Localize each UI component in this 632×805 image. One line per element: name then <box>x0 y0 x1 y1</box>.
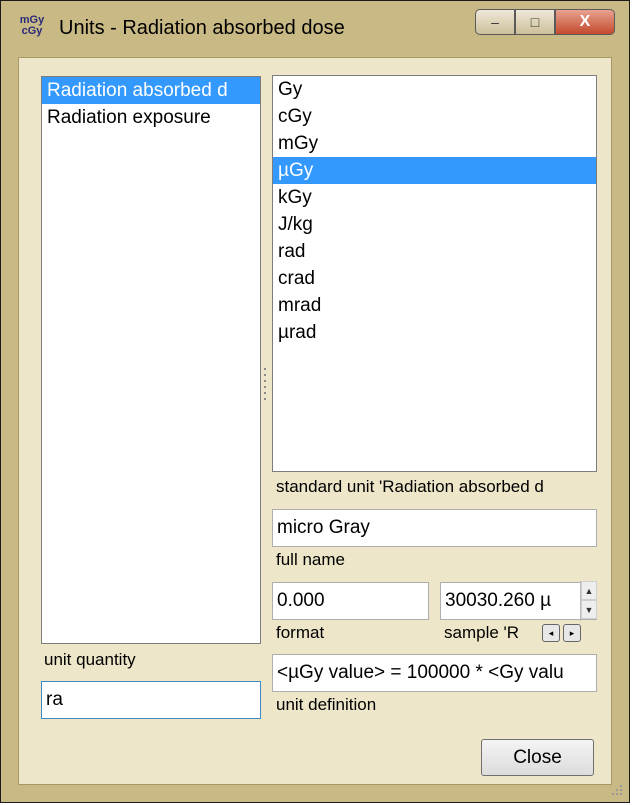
splitter-handle[interactable] <box>263 366 267 410</box>
full-name-input[interactable]: micro Gray <box>272 509 597 547</box>
unit-item[interactable]: kGy <box>273 184 596 211</box>
sample-spinner[interactable]: ▲ ▼ <box>580 581 597 621</box>
maximize-icon: □ <box>530 14 540 30</box>
sample-input[interactable]: 30030.260 µ <box>440 582 597 620</box>
unit-quantity-label: unit quantity <box>44 650 136 669</box>
title-bar[interactable]: mGy cGy Units - Radiation absorbed dose … <box>1 1 629 57</box>
quantity-list[interactable]: Radiation absorbed d Radiation exposure <box>41 76 261 644</box>
caption-buttons: – □ X <box>475 9 615 35</box>
app-icon: mGy cGy <box>17 15 47 41</box>
sample-prev-button[interactable]: ◂ <box>542 624 560 642</box>
resize-grip-icon[interactable] <box>611 784 623 796</box>
close-icon: X <box>579 13 591 30</box>
window-close-button[interactable]: X <box>555 9 615 35</box>
arrow-left-icon: ◂ <box>548 628 554 638</box>
units-dialog: mGy cGy Units - Radiation absorbed dose … <box>0 0 630 803</box>
spin-up-icon[interactable]: ▲ <box>581 581 597 600</box>
quantity-search-input[interactable]: ra <box>41 681 261 719</box>
app-icon-line-2: cGy <box>21 25 43 37</box>
quantity-item[interactable]: Radiation exposure <box>42 104 260 131</box>
unit-definition-label: unit definition <box>276 695 377 714</box>
sample-label: sample 'R <box>444 623 520 642</box>
arrow-right-icon: ▸ <box>569 628 575 638</box>
unit-item[interactable]: mGy <box>273 130 596 157</box>
unit-item[interactable]: µrad <box>273 319 596 346</box>
unit-item[interactable]: cGy <box>273 103 596 130</box>
unit-list[interactable]: Gy cGy mGy µGy kGy J/kg rad crad mrad µr… <box>272 75 597 472</box>
unit-definition-input[interactable]: <µGy value> = 100000 * <Gy valu <box>272 654 597 692</box>
unit-item[interactable]: mrad <box>273 292 596 319</box>
unit-item[interactable]: J/kg <box>273 211 596 238</box>
maximize-button[interactable]: □ <box>515 9 555 35</box>
close-button[interactable]: Close <box>481 739 594 776</box>
format-label: format <box>276 623 325 642</box>
unit-item[interactable]: Gy <box>273 76 596 103</box>
quantity-item[interactable]: Radiation absorbed d <box>42 77 260 104</box>
unit-item[interactable]: rad <box>273 238 596 265</box>
window-title: Units - Radiation absorbed dose <box>59 17 345 39</box>
minimize-button[interactable]: – <box>475 9 515 35</box>
format-input[interactable]: 0.000 <box>272 582 429 620</box>
unit-item[interactable]: crad <box>273 265 596 292</box>
spin-down-icon[interactable]: ▼ <box>581 600 597 619</box>
unit-item-selected[interactable]: µGy <box>273 157 596 184</box>
sample-next-button[interactable]: ▸ <box>563 624 581 642</box>
standard-unit-label: standard unit 'Radiation absorbed d <box>276 477 544 496</box>
dialog-client-area: Radiation absorbed d Radiation exposure … <box>18 57 612 785</box>
minimize-icon: – <box>491 14 499 30</box>
full-name-label: full name <box>276 550 345 569</box>
